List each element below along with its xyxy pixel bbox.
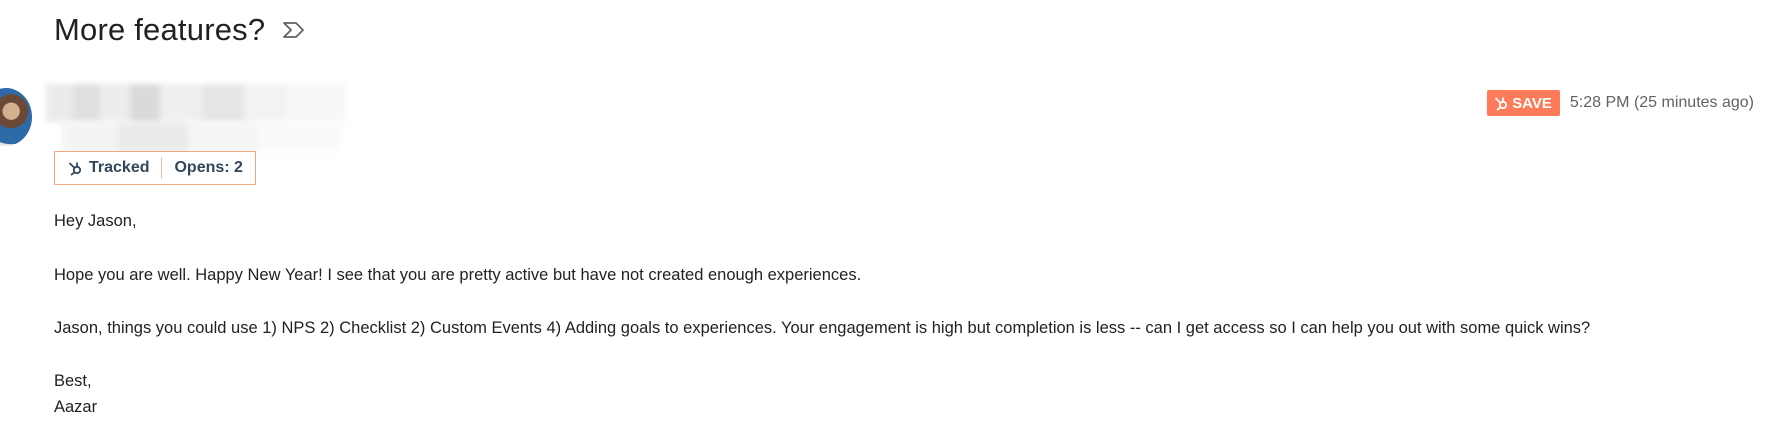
email-paragraph-1: Hope you are well. Happy New Year! I see… bbox=[54, 266, 862, 284]
tracked-label: Tracked bbox=[89, 159, 150, 176]
tracked-status: Tracked bbox=[55, 159, 161, 177]
label-important-icon[interactable] bbox=[281, 19, 307, 41]
message-meta: SAVE 5:28 PM (25 minutes ago) bbox=[1487, 90, 1754, 116]
email-subject: More features? bbox=[54, 12, 266, 47]
message-timestamp: 5:28 PM (25 minutes ago) bbox=[1569, 94, 1754, 111]
hubspot-sprocket-icon bbox=[68, 162, 82, 176]
sender-avatar[interactable] bbox=[0, 88, 32, 146]
email-greeting: Hey Jason, bbox=[54, 212, 137, 230]
email-signoff: Best, bbox=[54, 372, 92, 390]
sender-address-redacted bbox=[62, 122, 342, 152]
save-label: SAVE bbox=[1512, 94, 1552, 112]
save-button[interactable]: SAVE bbox=[1487, 90, 1560, 116]
email-signature: Aazar bbox=[54, 398, 98, 416]
email-subject-row: More features? bbox=[54, 12, 307, 48]
tracking-badge[interactable]: Tracked Opens: 2 bbox=[54, 151, 256, 185]
email-paragraph-2: Jason, things you could use 1) NPS 2) Ch… bbox=[54, 319, 1591, 337]
hubspot-sprocket-icon bbox=[1495, 97, 1508, 111]
sender-name-redacted bbox=[46, 84, 346, 122]
opens-count: Opens: 2 bbox=[174, 159, 243, 176]
